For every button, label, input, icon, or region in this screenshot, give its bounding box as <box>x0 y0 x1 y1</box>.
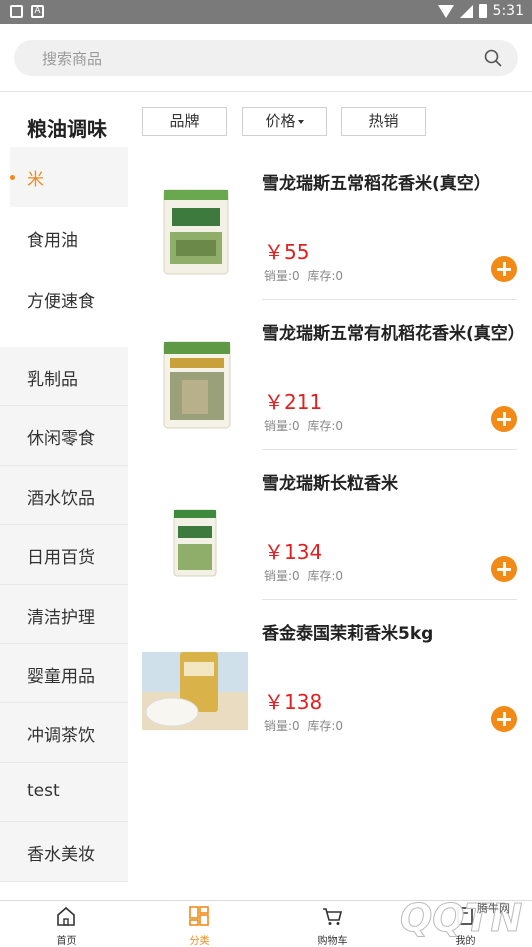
tab-label: 首页 <box>56 936 77 947</box>
product-price: ￥138 <box>264 690 323 714</box>
product-sales: 销量:0 <box>264 419 300 433</box>
category-item-baby[interactable]: 婴童用品 <box>0 644 128 704</box>
category-sidebar: 粮油调味 米 食用油 方便速食 乳制品 休闲零食 酒水饮品 日用百货 清洁护理 … <box>0 93 128 901</box>
product-stock: 库存:0 <box>307 269 344 283</box>
product-name: 雪龙瑞斯五常稻花香米(真空） <box>262 174 491 194</box>
category-title: 粮油调味 <box>27 117 107 141</box>
product-sales: 销量:0 <box>264 569 300 583</box>
category-label: 冲调茶饮 <box>27 726 95 747</box>
category-item-snacks[interactable]: 休闲零食 <box>0 406 128 466</box>
product-meta: 销量:0 库存:0 <box>264 267 343 284</box>
search-input[interactable]: 搜索商品 <box>14 40 518 76</box>
category-label: 酒水饮品 <box>27 488 95 509</box>
category-item-daily[interactable]: 日用百货 <box>0 525 128 585</box>
signal-icon <box>459 4 473 18</box>
category-item-test[interactable]: test <box>0 763 128 823</box>
product-price: ￥211 <box>264 390 323 414</box>
category-item-tea[interactable]: 冲调茶饮 <box>0 703 128 763</box>
add-to-cart-button[interactable] <box>491 256 517 282</box>
sub-category-label: 方便速食 <box>27 292 95 312</box>
search-icon[interactable] <box>484 49 502 67</box>
hot-filter-button[interactable]: 热销 <box>341 107 426 136</box>
category-icon <box>189 906 209 926</box>
add-to-cart-button[interactable] <box>491 406 517 432</box>
product-card[interactable]: 雪龙瑞斯五常有机稻花香米(真空） ￥211 销量:0 库存:0 <box>142 300 532 450</box>
product-sales: 销量:0 <box>264 719 300 733</box>
user-icon <box>457 907 473 925</box>
tab-home[interactable]: 首页 <box>0 901 133 947</box>
product-name: 香金泰国茉莉香米5kg <box>262 624 434 644</box>
tab-mine[interactable]: 我的 <box>399 901 532 947</box>
product-card[interactable]: 雪龙瑞斯长粒香米 ￥134 销量:0 库存:0 <box>142 450 532 600</box>
price-filter-label: 价格 <box>265 112 296 130</box>
tab-label: 我的 <box>455 936 476 947</box>
tab-label: 分类 <box>189 936 210 947</box>
product-sales: 销量:0 <box>264 269 300 283</box>
product-meta: 销量:0 库存:0 <box>264 567 343 584</box>
app-notification-icon: A <box>31 5 44 18</box>
category-label: 休闲零食 <box>27 429 95 450</box>
category-item-dairy[interactable]: 乳制品 <box>0 347 128 407</box>
search-bar: 搜索商品 <box>0 24 532 92</box>
add-to-cart-button[interactable] <box>491 556 517 582</box>
product-stock: 库存:0 <box>307 419 344 433</box>
search-placeholder: 搜索商品 <box>42 50 103 68</box>
category-label: test <box>27 780 60 801</box>
price-filter-button[interactable]: 价格 <box>242 107 327 136</box>
category-list: 乳制品 休闲零食 酒水饮品 日用百货 清洁护理 婴童用品 冲调茶饮 test 香… <box>0 347 128 882</box>
product-meta: 销量:0 库存:0 <box>264 417 343 434</box>
bottom-tab-bar: 首页 分类 购物车 我的 <box>0 900 532 947</box>
notification-icon <box>10 5 23 18</box>
product-price: ￥134 <box>264 540 323 564</box>
category-label: 乳制品 <box>27 370 78 390</box>
battery-icon <box>478 4 487 18</box>
add-to-cart-button[interactable] <box>491 706 517 732</box>
sub-category-oil[interactable]: 食用油 <box>10 208 128 268</box>
hot-filter-label: 热销 <box>368 112 399 130</box>
product-name: 雪龙瑞斯长粒香米 <box>262 474 398 494</box>
product-image <box>163 189 229 275</box>
product-meta: 销量:0 库存:0 <box>264 717 343 734</box>
sub-category-label: 食用油 <box>27 231 78 251</box>
category-item-beauty[interactable]: 香水美妆 <box>0 822 128 882</box>
category-label: 婴童用品 <box>27 666 95 687</box>
sub-category-label: 米 <box>27 170 44 190</box>
sub-category-instant[interactable]: 方便速食 <box>10 269 128 329</box>
product-image <box>142 652 248 730</box>
product-card[interactable]: 雪龙瑞斯五常稻花香米(真空） ￥55 销量:0 库存:0 <box>142 150 532 300</box>
product-image <box>173 509 217 577</box>
product-stock: 库存:0 <box>307 569 344 583</box>
status-bar: A 5:31 <box>0 0 532 24</box>
category-label: 清洁护理 <box>27 607 95 628</box>
product-image <box>163 341 231 429</box>
product-stock: 库存:0 <box>307 719 344 733</box>
cart-icon <box>323 908 343 925</box>
home-icon <box>57 906 75 926</box>
category-label: 香水美妆 <box>27 845 95 866</box>
category-item-drinks[interactable]: 酒水饮品 <box>0 466 128 526</box>
brand-filter-button[interactable]: 品牌 <box>142 107 227 136</box>
sub-category-rice[interactable]: 米 <box>10 147 128 207</box>
wifi-icon <box>437 4 454 18</box>
category-item-cleaning[interactable]: 清洁护理 <box>0 585 128 644</box>
product-name: 雪龙瑞斯五常有机稻花香米(真空） <box>262 324 525 344</box>
product-price: ￥55 <box>264 240 310 264</box>
product-card[interactable]: 香金泰国茉莉香米5kg ￥138 销量:0 库存:0 <box>142 600 532 750</box>
category-label: 日用百货 <box>27 548 95 569</box>
tab-category[interactable]: 分类 <box>133 901 266 947</box>
caret-down-icon <box>297 119 304 124</box>
active-indicator <box>10 175 15 180</box>
tab-cart[interactable]: 购物车 <box>266 901 399 947</box>
status-time: 5:31 <box>492 3 524 19</box>
brand-filter-label: 品牌 <box>169 112 200 130</box>
tab-label: 购物车 <box>317 936 348 947</box>
